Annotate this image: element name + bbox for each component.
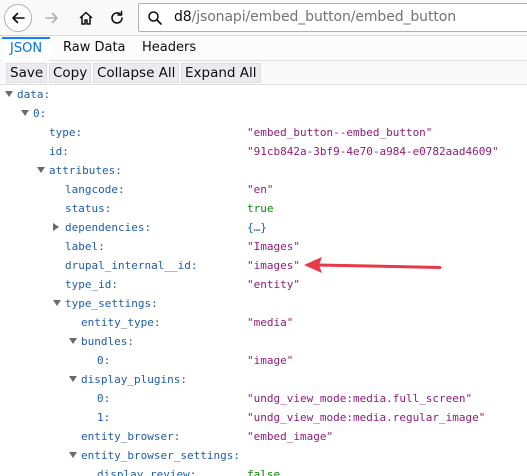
tree-row[interactable]: display_plugins: bbox=[0, 371, 527, 390]
expand-toggle-open-icon[interactable] bbox=[69, 338, 77, 344]
tree-value: "embed_image" bbox=[247, 430, 334, 443]
url-path: /jsonapi/embed_button/embed_button bbox=[191, 9, 456, 25]
expand-toggle-closed-icon[interactable] bbox=[53, 223, 59, 231]
tree-key: 1: bbox=[97, 411, 111, 424]
tree-value: "media" bbox=[247, 316, 294, 329]
url-host: d8 bbox=[174, 9, 192, 25]
reload-button[interactable] bbox=[103, 4, 131, 32]
url-text: d8/jsonapi/embed_button/embed_button bbox=[174, 9, 456, 25]
tree-row: entity_type: "media" bbox=[0, 314, 527, 333]
tree-row[interactable]: bundles: bbox=[0, 333, 527, 352]
tree-value: "en" bbox=[247, 183, 274, 196]
tree-key: type_id: bbox=[65, 278, 118, 291]
tree-row: display_review: false bbox=[0, 466, 527, 476]
tree-key: 0: bbox=[97, 354, 111, 367]
tree-key: entity_browser_settings: bbox=[81, 449, 240, 462]
expand-all-button[interactable]: Expand All bbox=[181, 63, 261, 83]
tree-row: type: "embed_button--embed_button" bbox=[0, 124, 527, 143]
tree-row: langcode: "en" bbox=[0, 181, 527, 200]
tab-headers[interactable]: Headers bbox=[134, 37, 204, 61]
tree-key: bundles: bbox=[81, 335, 134, 348]
tree-row: 0: "image" bbox=[0, 352, 527, 371]
tree-key: entity_browser: bbox=[81, 430, 181, 443]
tree-key: dependencies: bbox=[65, 221, 152, 234]
tree-key: type_settings: bbox=[65, 297, 158, 310]
tree-row[interactable]: 0: bbox=[0, 105, 527, 124]
tree-key: 0: bbox=[33, 107, 47, 120]
search-icon bbox=[147, 10, 163, 30]
json-tree: data: 0: type: "embed_button--embed_button"… bbox=[0, 86, 527, 476]
tree-row: id: "91cb842a-3bf9-4e70-a984-e0782aad4609… bbox=[0, 143, 527, 162]
expand-toggle-open-icon[interactable] bbox=[5, 91, 13, 97]
browser-toolbar: d8/jsonapi/embed_button/embed_button bbox=[0, 0, 527, 36]
forward-button[interactable] bbox=[38, 4, 66, 32]
tree-row: 0: "undg_view_mode:media.full_screen" bbox=[0, 390, 527, 409]
home-button[interactable] bbox=[72, 4, 100, 32]
viewer-tabs: JSON Raw Data Headers bbox=[0, 37, 527, 61]
expand-toggle-open-icon[interactable] bbox=[21, 110, 29, 116]
save-button[interactable]: Save bbox=[6, 63, 48, 83]
tree-key: langcode: bbox=[65, 183, 125, 196]
url-bar[interactable]: d8/jsonapi/embed_button/embed_button bbox=[138, 3, 527, 32]
collapse-all-button[interactable]: Collapse All bbox=[93, 63, 180, 83]
tree-row: 1: "undg_view_mode:media.regular_image" bbox=[0, 409, 527, 428]
expand-toggle-open-icon[interactable] bbox=[69, 376, 77, 382]
tree-row: status: true bbox=[0, 200, 527, 219]
tree-value: true bbox=[247, 202, 274, 215]
arrow-left-icon bbox=[12, 12, 25, 24]
tree-key: drupal_internal__id: bbox=[65, 259, 198, 272]
tree-value: "images" bbox=[247, 259, 300, 272]
tree-key: label: bbox=[65, 240, 105, 253]
tree-key: 0: bbox=[97, 392, 111, 405]
tree-key: type: bbox=[49, 126, 83, 139]
tree-key: attributes: bbox=[49, 164, 122, 177]
json-actions-bar: Save Copy Collapse All Expand All bbox=[0, 61, 527, 85]
tab-json[interactable]: JSON bbox=[2, 37, 51, 61]
expand-toggle-open-icon[interactable] bbox=[37, 167, 45, 173]
arrow-right-icon bbox=[45, 12, 58, 24]
tree-key: id: bbox=[49, 145, 69, 158]
tree-key: data: bbox=[17, 88, 51, 101]
tree-row: entity_browser: "embed_image" bbox=[0, 428, 527, 447]
expand-toggle-open-icon[interactable] bbox=[53, 300, 61, 306]
tree-value: "embed_button--embed_button" bbox=[247, 126, 433, 139]
tree-row[interactable]: data: bbox=[0, 86, 527, 105]
tree-row[interactable]: attributes: bbox=[0, 162, 527, 181]
home-icon bbox=[79, 11, 93, 25]
tree-value: "undg_view_mode:media.full_screen" bbox=[247, 392, 473, 405]
tree-value: {…} bbox=[247, 221, 267, 234]
tree-key: status: bbox=[65, 202, 112, 215]
tree-key: display_review: bbox=[97, 468, 197, 476]
tree-row[interactable]: entity_browser_settings: bbox=[0, 447, 527, 466]
tab-raw-data[interactable]: Raw Data bbox=[55, 37, 134, 61]
expand-toggle-open-icon[interactable] bbox=[69, 452, 77, 458]
tree-key: display_plugins: bbox=[81, 373, 187, 386]
tree-value: "undg_view_mode:media.regular_image" bbox=[247, 411, 486, 424]
copy-button[interactable]: Copy bbox=[49, 63, 92, 83]
tree-value: "91cb842a-3bf9-4e70-a984-e0782aad4609" bbox=[247, 145, 499, 158]
tree-value: "Images" bbox=[247, 240, 300, 253]
annotation-arrow-icon bbox=[304, 257, 442, 273]
tree-value: false bbox=[247, 468, 281, 476]
tree-value: "entity" bbox=[247, 278, 300, 291]
reload-icon bbox=[111, 10, 123, 24]
tree-key: entity_type: bbox=[81, 316, 161, 329]
tree-row[interactable]: dependencies: {…} bbox=[0, 219, 527, 238]
back-button[interactable] bbox=[4, 4, 32, 32]
tree-value: "image" bbox=[247, 354, 294, 367]
tree-row[interactable]: type_settings: bbox=[0, 295, 527, 314]
